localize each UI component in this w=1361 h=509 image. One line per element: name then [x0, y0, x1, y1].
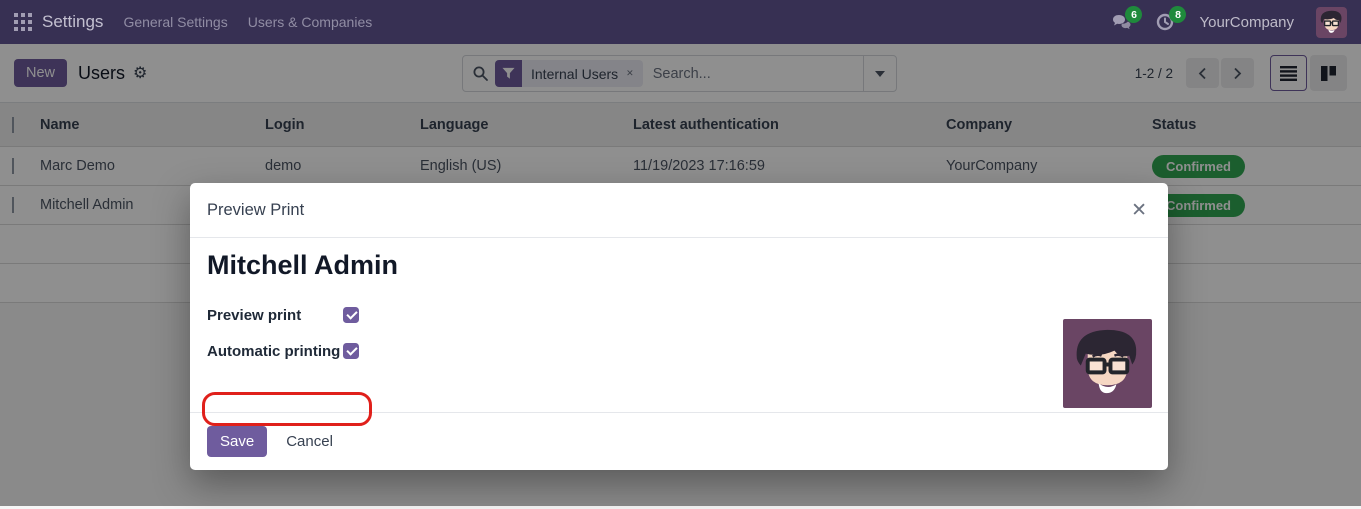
activities-count-badge: 8 [1169, 6, 1186, 23]
top-navbar: Settings General Settings Users & Compan… [0, 0, 1361, 44]
record-name-heading: Mitchell Admin [207, 250, 1151, 281]
dialog-footer: Save Cancel [190, 412, 1168, 470]
field-label-automatic-printing: Automatic printing [207, 343, 343, 360]
activities-button[interactable]: 8 [1155, 11, 1177, 33]
field-automatic-printing: Automatic printing [207, 339, 1151, 363]
menu-users-companies[interactable]: Users & Companies [248, 14, 373, 30]
app-name[interactable]: Settings [42, 12, 103, 32]
messages-button[interactable]: 6 [1111, 11, 1133, 33]
apps-grid-icon[interactable] [14, 13, 32, 31]
close-icon[interactable]: ✕ [1127, 199, 1151, 222]
company-switcher[interactable]: YourCompany [1199, 14, 1294, 31]
cancel-button[interactable]: Cancel [286, 433, 333, 450]
field-preview-print: Preview print [207, 303, 1151, 327]
automatic-printing-checkbox[interactable] [343, 343, 359, 359]
user-avatar[interactable] [1316, 7, 1347, 38]
menu-general-settings[interactable]: General Settings [123, 14, 227, 30]
preview-print-dialog: Preview Print ✕ Mitchell Admin Preview p… [190, 183, 1168, 470]
record-avatar [1063, 319, 1152, 408]
dialog-body: Mitchell Admin Preview print Automatic p… [190, 238, 1168, 363]
preview-print-checkbox[interactable] [343, 307, 359, 323]
save-button[interactable]: Save [207, 426, 267, 457]
messages-count-badge: 6 [1125, 6, 1142, 23]
field-label-preview-print: Preview print [207, 307, 343, 324]
dialog-header: Preview Print ✕ [190, 183, 1168, 238]
dialog-title: Preview Print [207, 201, 304, 220]
